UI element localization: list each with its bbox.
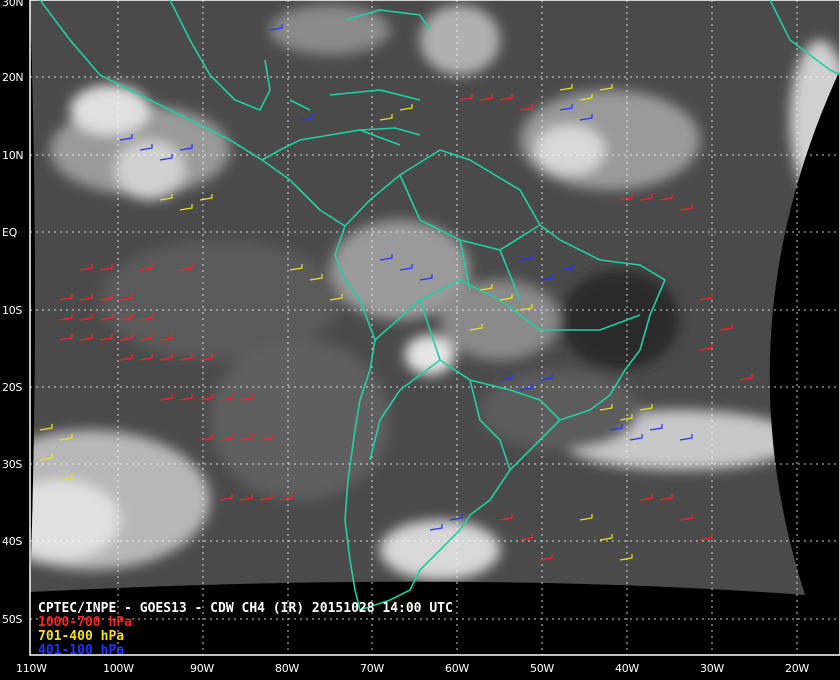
lat-label-50s: 50S bbox=[2, 613, 23, 626]
lon-label-30w: 30W bbox=[700, 662, 724, 675]
lat-label-30n: 30N bbox=[2, 0, 24, 9]
lon-label-70w: 70W bbox=[360, 662, 384, 675]
caption-title: CPTEC/INPE - GOES13 - CDW CH4 (IR) 20151… bbox=[38, 601, 453, 616]
lon-label-80w: 80W bbox=[275, 662, 299, 675]
legend-mid-level: 701-400 hPa bbox=[38, 629, 125, 644]
lon-label-110w: 110W bbox=[16, 662, 47, 675]
lat-label-20n: 20N bbox=[2, 71, 24, 84]
ir-image bbox=[30, 0, 840, 595]
lat-label-eq: EQ bbox=[2, 226, 18, 239]
satellite-map bbox=[29, 0, 840, 656]
lon-label-100w: 100W bbox=[103, 662, 134, 675]
legend-upper-level: 401-100 hPa bbox=[38, 643, 125, 658]
lon-label-40w: 40W bbox=[615, 662, 639, 675]
lon-label-20w: 20W bbox=[785, 662, 809, 675]
lat-label-10n: 10N bbox=[2, 149, 24, 162]
lat-label-20s: 20S bbox=[2, 381, 23, 394]
lon-label-60w: 60W bbox=[445, 662, 469, 675]
lat-label-10s: 10S bbox=[2, 304, 23, 317]
lon-label-50w: 50W bbox=[530, 662, 554, 675]
legend-low-level: 1000-700 hPa bbox=[38, 615, 132, 630]
lat-label-40s: 40S bbox=[2, 535, 23, 548]
lon-label-90w: 90W bbox=[190, 662, 214, 675]
image-caption: CPTEC/INPE - GOES13 - CDW CH4 (IR) 20151… bbox=[38, 602, 453, 658]
lat-label-30s: 30S bbox=[2, 458, 23, 471]
